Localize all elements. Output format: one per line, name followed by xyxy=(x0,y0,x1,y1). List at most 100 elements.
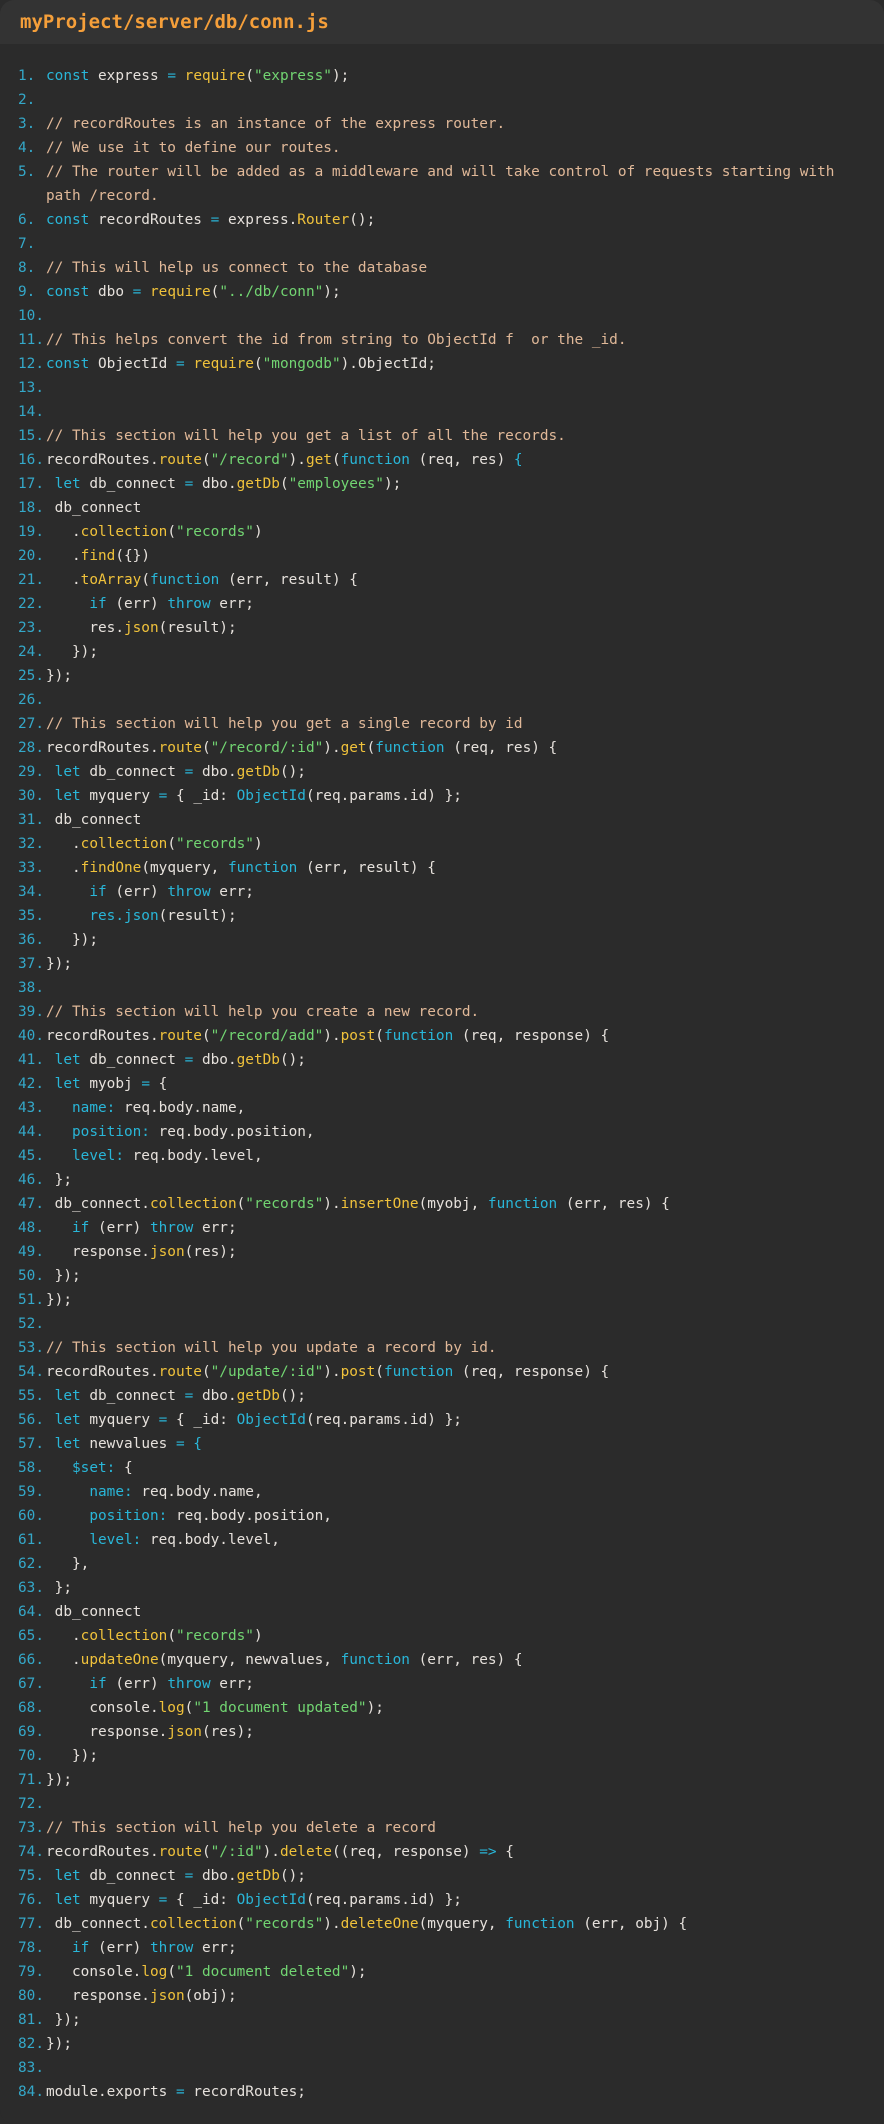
code-line[interactable]: 79. console.log("1 document deleted"); xyxy=(0,1960,884,1984)
code-line[interactable]: 23. res.json(result); xyxy=(0,616,884,640)
code-line[interactable]: 26. xyxy=(0,688,884,712)
line-number: 38. xyxy=(18,980,44,996)
code-line[interactable]: 21. .toArray(function (err, result) { xyxy=(0,568,884,592)
code-line[interactable]: 52. xyxy=(0,1312,884,1336)
code-line[interactable]: 68. console.log("1 document updated"); xyxy=(0,1696,884,1720)
code-line[interactable]: 43. name: req.body.name, xyxy=(0,1096,884,1120)
code-token: function xyxy=(383,1028,454,1044)
code-line[interactable]: 58. $set: { xyxy=(0,1456,884,1480)
code-line[interactable]: 20. .find({}) xyxy=(0,544,884,568)
code-line[interactable]: 51.}); xyxy=(0,1288,884,1312)
code-line[interactable]: 75. let db_connect = dbo.getDb(); xyxy=(0,1864,884,1888)
code-line[interactable]: 34. if (err) throw err; xyxy=(0,880,884,904)
code-line[interactable]: 66. .updateOne(myquery, newvalues, funct… xyxy=(0,1648,884,1672)
code-token: let xyxy=(54,1388,81,1404)
code-line[interactable]: 17. let db_connect = dbo.getDb("employee… xyxy=(0,472,884,496)
code-token: ( xyxy=(167,1964,176,1980)
code-line[interactable]: 41. let db_connect = dbo.getDb(); xyxy=(0,1048,884,1072)
line-gutter: 21. xyxy=(0,568,46,592)
code-line[interactable]: 47. db_connect.collection("records").ins… xyxy=(0,1192,884,1216)
code-line[interactable]: 59. name: req.body.name, xyxy=(0,1480,884,1504)
code-line[interactable]: 81. }); xyxy=(0,2008,884,2032)
code-line[interactable]: 74. recordRoutes.route("/:id").delete((re… xyxy=(0,1840,884,1864)
code-line[interactable]: 61. level: req.body.level, xyxy=(0,1528,884,1552)
code-line[interactable]: 50. }); xyxy=(0,1264,884,1288)
code-line[interactable]: 4. // We use it to define our routes. xyxy=(0,136,884,160)
line-gutter: 77. xyxy=(0,1912,46,1936)
line-gutter: 65. xyxy=(0,1624,46,1648)
code-line[interactable]: 80. response.json(obj); xyxy=(0,1984,884,2008)
code-line[interactable]: 56. let myquery = { _id: ObjectId(req.pa… xyxy=(0,1408,884,1432)
code-line[interactable]: 9. const dbo = require("../db/conn"); xyxy=(0,280,884,304)
code-line[interactable]: 73.// This section will help you delete … xyxy=(0,1816,884,1840)
code-line[interactable]: 3. // recordRoutes is an instance of the … xyxy=(0,112,884,136)
code-line[interactable]: 82.}); xyxy=(0,2032,884,2056)
code-token: express xyxy=(89,68,168,84)
code-line[interactable]: 53.// This section will help you update … xyxy=(0,1336,884,1360)
line-number: 34. xyxy=(18,884,44,900)
code-token: ({}) xyxy=(115,548,150,564)
code-line[interactable]: 48. if (err) throw err; xyxy=(0,1216,884,1240)
line-number: 46. xyxy=(18,1172,44,1188)
code-line[interactable]: 1. const express = require("express"); xyxy=(0,64,884,88)
code-token: require xyxy=(184,68,246,84)
code-line[interactable]: 42. let myobj = { xyxy=(0,1072,884,1096)
code-line[interactable]: 64. db_connect xyxy=(0,1600,884,1624)
code-line[interactable]: 10. xyxy=(0,304,884,328)
code-line[interactable]: 49. response.json(res); xyxy=(0,1240,884,1264)
code-line[interactable]: 28. recordRoutes.route("/record/:id").get… xyxy=(0,736,884,760)
code-line[interactable]: 7. xyxy=(0,232,884,256)
code-line[interactable]: 6. const recordRoutes = express.Router(); xyxy=(0,208,884,232)
code-line[interactable]: 44. position: req.body.position, xyxy=(0,1120,884,1144)
code-line[interactable]: 27.// This section will help you get a s… xyxy=(0,712,884,736)
code-line[interactable]: 72. xyxy=(0,1792,884,1816)
code-line[interactable]: 30. let myquery = { _id: ObjectId(req.pa… xyxy=(0,784,884,808)
code-line[interactable]: 38. xyxy=(0,976,884,1000)
code-line[interactable]: 37.}); xyxy=(0,952,884,976)
code-line[interactable]: 55. let db_connect = dbo.getDb(); xyxy=(0,1384,884,1408)
code-line[interactable]: 60. position: req.body.position, xyxy=(0,1504,884,1528)
code-line[interactable]: 70. }); xyxy=(0,1744,884,1768)
code-area[interactable]: 1. const express = require("express"); 2. 3… xyxy=(0,44,884,2104)
code-line[interactable]: 22. if (err) throw err; xyxy=(0,592,884,616)
code-line[interactable]: 63. }; xyxy=(0,1576,884,1600)
code-line[interactable]: 40. recordRoutes.route("/record/add").pos… xyxy=(0,1024,884,1048)
code-line[interactable]: 32. .collection("records") xyxy=(0,832,884,856)
code-line[interactable]: 15.// This section will help you get a l… xyxy=(0,424,884,448)
code-token: let xyxy=(54,1868,81,1884)
code-line[interactable]: 2. xyxy=(0,88,884,112)
code-line[interactable]: 71.}); xyxy=(0,1768,884,1792)
code-line[interactable]: 19. .collection("records") xyxy=(0,520,884,544)
code-line[interactable]: 54. recordRoutes.route("/update/:id").pos… xyxy=(0,1360,884,1384)
code-line[interactable]: 77. db_connect.collection("records").del… xyxy=(0,1912,884,1936)
code-line[interactable]: 78. if (err) throw err; xyxy=(0,1936,884,1960)
code-line[interactable]: 45. level: req.body.level, xyxy=(0,1144,884,1168)
code-line[interactable]: 16. recordRoutes.route("/record").get(fun… xyxy=(0,448,884,472)
code-line[interactable]: 18. db_connect xyxy=(0,496,884,520)
code-line[interactable]: 33. .findOne(myquery, function (err, res… xyxy=(0,856,884,880)
code-line[interactable]: 65. .collection("records") xyxy=(0,1624,884,1648)
code-line[interactable]: 57. let newvalues = { xyxy=(0,1432,884,1456)
code-line[interactable]: 39.// This section will help you create … xyxy=(0,1000,884,1024)
code-line[interactable]: 76. let myquery = { _id: ObjectId(req.pa… xyxy=(0,1888,884,1912)
code-line[interactable]: 29. let db_connect = dbo.getDb(); xyxy=(0,760,884,784)
line-gutter: 81. xyxy=(0,2008,46,2032)
code-line[interactable]: 11.// This helps convert the id from str… xyxy=(0,328,884,352)
code-line[interactable]: 84. module.exports = recordRoutes; xyxy=(0,2080,884,2104)
code-line[interactable]: 67. if (err) throw err; xyxy=(0,1672,884,1696)
code-line[interactable]: 14. xyxy=(0,400,884,424)
code-line[interactable]: 8. // This will help us connect to the da… xyxy=(0,256,884,280)
code-line[interactable]: 83. xyxy=(0,2056,884,2080)
code-line[interactable]: 36. }); xyxy=(0,928,884,952)
code-line[interactable]: 12. const ObjectId = require("mongodb").O… xyxy=(0,352,884,376)
code-line[interactable]: 62. }, xyxy=(0,1552,884,1576)
code-line[interactable]: 35. res.json(result); xyxy=(0,904,884,928)
code-line[interactable]: 46. }; xyxy=(0,1168,884,1192)
code-line[interactable]: 13. xyxy=(0,376,884,400)
code-line[interactable]: 24. }); xyxy=(0,640,884,664)
code-line[interactable]: 25.}); xyxy=(0,664,884,688)
code-line[interactable]: 5. // The router will be added as a middl… xyxy=(0,160,884,208)
code-line[interactable]: 31. db_connect xyxy=(0,808,884,832)
code-line[interactable]: 69. response.json(res); xyxy=(0,1720,884,1744)
